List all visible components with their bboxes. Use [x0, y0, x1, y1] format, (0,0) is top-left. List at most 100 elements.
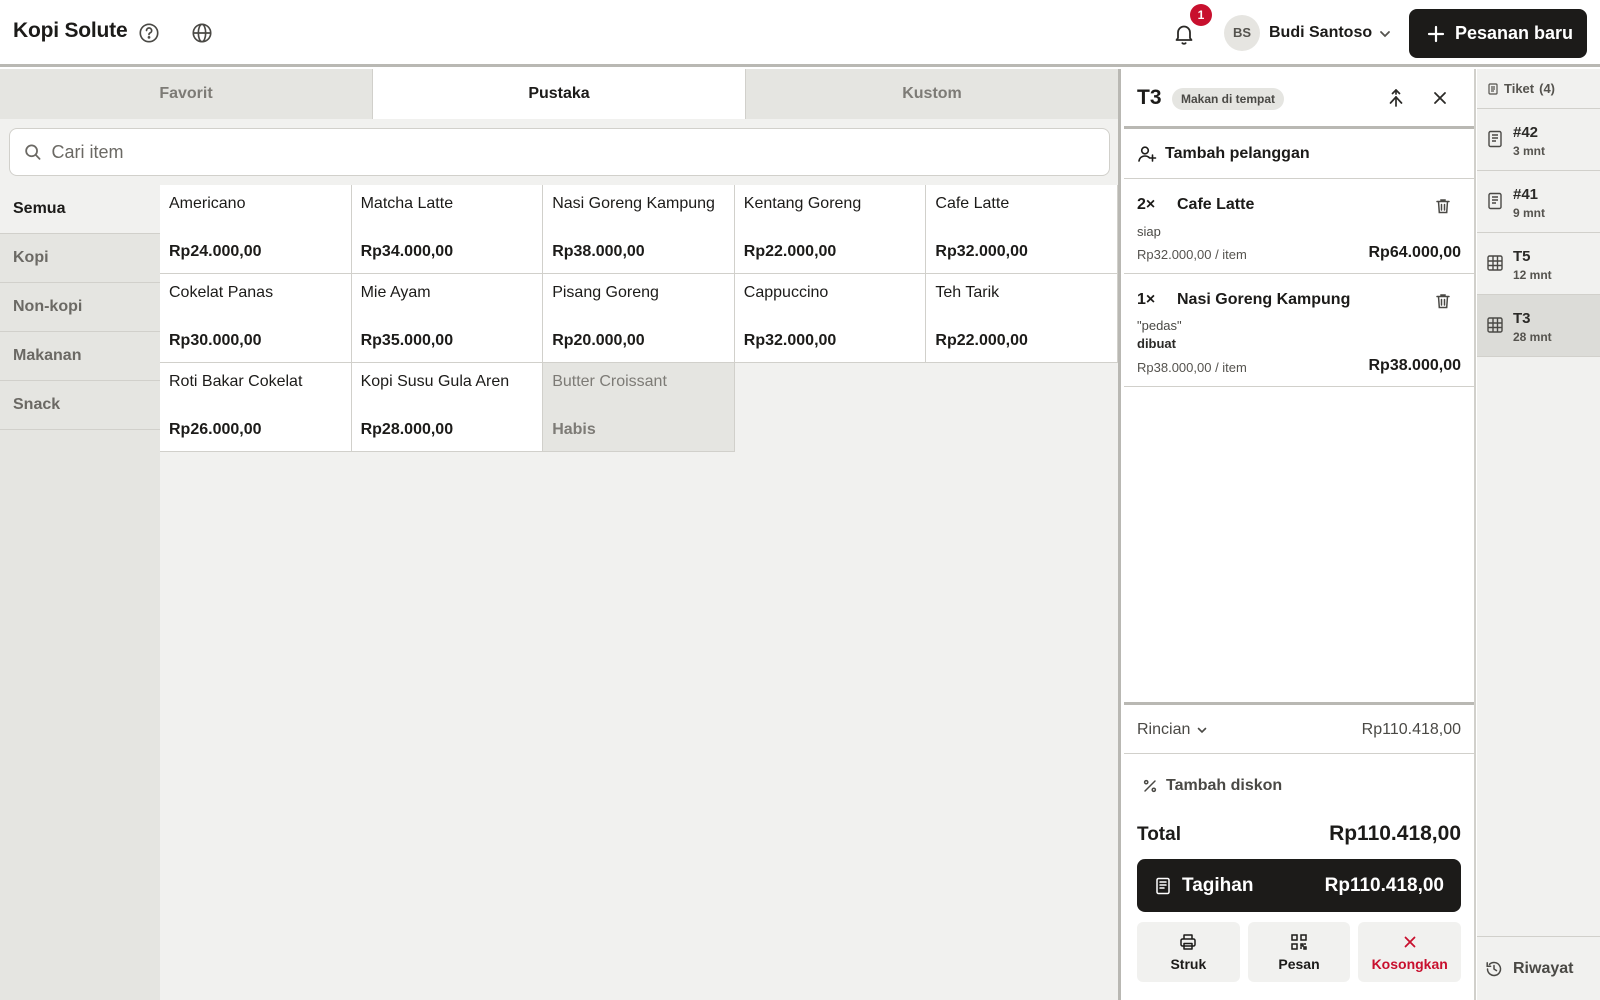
ticket-time: 12 mnt — [1513, 268, 1552, 282]
item-price: Rp34.000,00 — [360, 243, 454, 260]
ticket-item[interactable]: #42 3 mnt — [1477, 109, 1600, 171]
trash-icon[interactable] — [1434, 292, 1452, 310]
item-tile[interactable]: Roti Bakar Cokelat Rp26.000,00 — [160, 363, 352, 452]
ticket-item-active[interactable]: T3 28 mnt — [1477, 295, 1600, 357]
add-discount-label: Tambah diskon — [1166, 777, 1283, 794]
item-tile[interactable]: Mie Ayam Rp35.000,00 — [351, 274, 544, 363]
tab-kustom[interactable]: Kustom — [746, 69, 1118, 119]
search-icon — [25, 144, 41, 160]
line-total: Rp64.000,00 — [1368, 244, 1461, 261]
order-footer: Rincian Rp110.418,00 Tambah diskon Total… — [1124, 702, 1474, 1000]
order-header: T3 Makan di tempat — [1124, 69, 1474, 129]
item-tile[interactable]: Nasi Goreng Kampung Rp38.000,00 — [543, 185, 735, 274]
send-order-button[interactable]: Pesan — [1247, 922, 1351, 982]
close-icon[interactable] — [1430, 88, 1450, 108]
order-type-badge[interactable]: Makan di tempat — [1172, 88, 1285, 110]
printer-icon — [1180, 933, 1197, 950]
item-name: Butter Croissant — [552, 373, 667, 390]
line-unit-price: Rp32.000,00 / item — [1137, 247, 1247, 262]
line-note: "pedas" — [1137, 318, 1182, 333]
item-tile[interactable]: Kopi Susu Gula Aren Rp28.000,00 — [351, 363, 544, 452]
globe-icon[interactable] — [191, 22, 213, 44]
tab-favorit[interactable]: Favorit — [0, 69, 373, 119]
receipt-button[interactable]: Struk — [1137, 922, 1240, 982]
receipt-icon — [1488, 192, 1502, 210]
help-icon[interactable] — [138, 22, 160, 44]
item-name: Cappuccino — [743, 284, 829, 301]
chevron-down-icon — [1198, 727, 1207, 734]
item-price: Rp32.000,00 — [743, 332, 837, 349]
trash-icon[interactable] — [1434, 197, 1452, 215]
sold-out-label: Habis — [552, 421, 596, 438]
bell-icon[interactable] — [1172, 22, 1196, 46]
search-box — [9, 128, 1110, 176]
ticket-item[interactable]: T5 12 mnt — [1477, 233, 1600, 295]
item-tile[interactable]: Matcha Latte Rp34.000,00 — [351, 185, 544, 274]
item-price: Rp20.000,00 — [552, 332, 645, 349]
item-name: Nasi Goreng Kampung — [552, 195, 715, 212]
item-price: Rp30.000,00 — [169, 332, 262, 349]
catalog-area: Favorit Pustaka Kustom Semua Kopi Non-ko… — [0, 69, 1121, 1000]
ticket-item[interactable]: #41 9 mnt — [1477, 171, 1600, 233]
tickets-header: Tiket (4) — [1477, 69, 1600, 109]
charge-label: Tagihan — [1182, 874, 1254, 896]
order-line[interactable]: 1× Nasi Goreng Kampung "pedas" dibuat Rp… — [1124, 274, 1474, 387]
charge-button[interactable]: Tagihan Rp110.418,00 — [1137, 859, 1461, 912]
search-input[interactable] — [51, 141, 1109, 163]
tab-pustaka[interactable]: Pustaka — [373, 69, 746, 119]
add-discount-button[interactable]: Tambah diskon — [1142, 777, 1282, 795]
avatar[interactable]: BS — [1224, 15, 1260, 51]
item-name: Americano — [169, 195, 246, 212]
item-tile-sold-out: Butter Croissant Habis — [543, 363, 735, 452]
history-button[interactable]: Riwayat — [1477, 936, 1600, 1000]
tickets-label: Tiket — [1504, 81, 1535, 96]
ticket-name: #42 — [1513, 124, 1539, 141]
item-name: Mie Ayam — [360, 284, 431, 301]
line-status: siap — [1137, 224, 1161, 239]
receipt-label: Struk — [1170, 955, 1207, 972]
add-customer-button[interactable]: Tambah pelanggan — [1124, 129, 1474, 179]
item-grid: Americano Rp24.000,00 Matcha Latte Rp34.00… — [160, 185, 1118, 452]
details-toggle[interactable]: Rincian — [1137, 721, 1208, 739]
item-name: Roti Bakar Cokelat — [169, 373, 303, 390]
item-price: Rp22.000,00 — [935, 332, 1028, 349]
user-name[interactable]: Budi Santoso — [1269, 24, 1372, 42]
ticket-rail: Tiket (4) #42 3 mnt #41 9 mnt T5 12 mnt … — [1477, 69, 1600, 1000]
category-non-kopi[interactable]: Non-kopi — [0, 283, 160, 332]
category-kopi[interactable]: Kopi — [0, 234, 160, 283]
ticket-name: #41 — [1513, 186, 1539, 203]
category-makanan[interactable]: Makanan — [0, 332, 160, 381]
item-tile[interactable]: Pisang Goreng Rp20.000,00 — [543, 274, 735, 363]
item-tile[interactable]: Americano Rp24.000,00 — [160, 185, 352, 274]
item-name: Cafe Latte — [935, 195, 1010, 212]
item-tile[interactable]: Cokelat Panas Rp30.000,00 — [160, 274, 352, 363]
charge-amount: Rp110.418,00 — [1324, 874, 1444, 896]
line-total: Rp38.000,00 — [1368, 357, 1461, 374]
line-qty: 1× — [1137, 291, 1156, 308]
item-tile[interactable]: Teh Tarik Rp22.000,00 — [926, 274, 1118, 363]
total-label: Total — [1137, 824, 1181, 845]
category-semua[interactable]: Semua — [0, 185, 160, 234]
item-tile[interactable]: Cappuccino Rp32.000,00 — [734, 274, 927, 363]
order-table: T3 — [1137, 86, 1162, 109]
item-tile[interactable]: Kentang Goreng Rp22.000,00 — [734, 185, 927, 274]
order-line[interactable]: 2× Cafe Latte siap Rp32.000,00 / item Rp… — [1124, 179, 1474, 274]
item-name: Teh Tarik — [935, 284, 1000, 301]
ticket-name: T5 — [1513, 248, 1531, 265]
ticket-name: T3 — [1513, 310, 1531, 327]
order-actions: Struk Pesan Kosongkan — [1137, 922, 1462, 982]
item-tile[interactable]: Cafe Latte Rp32.000,00 — [926, 185, 1118, 274]
split-icon[interactable] — [1386, 88, 1406, 108]
table-grid-icon — [1487, 255, 1503, 271]
percent-icon — [1143, 779, 1157, 793]
item-price: Rp28.000,00 — [360, 421, 454, 438]
clear-order-button[interactable]: Kosongkan — [1358, 922, 1462, 982]
category-snack[interactable]: Snack — [0, 381, 160, 430]
ticket-time: 3 mnt — [1513, 144, 1546, 158]
chevron-down-icon[interactable] — [1378, 27, 1392, 41]
line-status: dibuat — [1137, 336, 1176, 351]
line-unit-price: Rp38.000,00 / item — [1137, 360, 1247, 375]
new-order-button[interactable]: Pesanan baru — [1409, 9, 1587, 58]
line-name: Cafe Latte — [1177, 196, 1255, 213]
line-name: Nasi Goreng Kampung — [1177, 291, 1351, 308]
